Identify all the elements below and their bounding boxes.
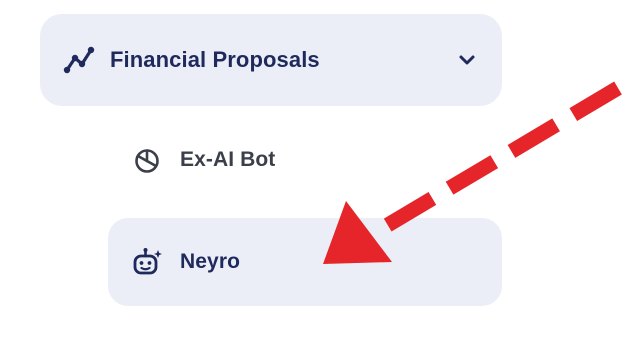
sidebar-menu: Financial Proposals Ex-AI Bot Neyro: [0, 0, 627, 338]
menu-item-financial-proposals[interactable]: Financial Proposals: [40, 14, 502, 106]
pie-chart-icon: [130, 143, 164, 177]
submenu-item-ex-ai-bot[interactable]: Ex-AI Bot: [108, 116, 502, 204]
submenu-item-label: Ex-AI Bot: [180, 148, 276, 171]
submenu-item-label: Neyro: [180, 250, 241, 273]
chevron-down-icon[interactable]: [454, 47, 480, 73]
menu-item-label: Financial Proposals: [110, 47, 320, 72]
trend-line-icon: [62, 43, 96, 77]
submenu-item-neyro[interactable]: Neyro: [108, 218, 502, 306]
robot-icon: [130, 245, 164, 279]
